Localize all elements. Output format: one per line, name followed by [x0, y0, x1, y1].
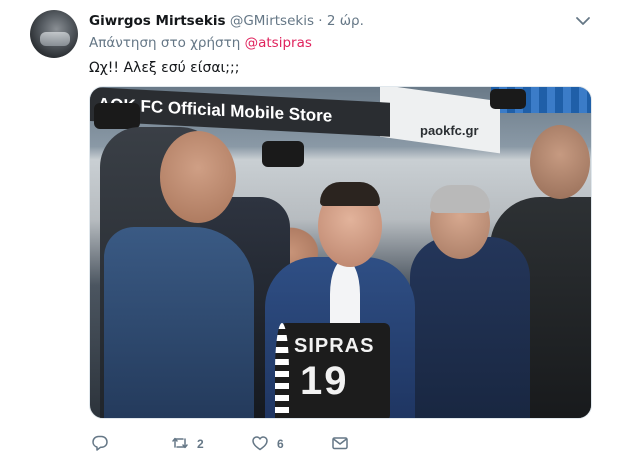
person-left-suit	[104, 227, 254, 418]
jersey-number: 19	[300, 359, 349, 403]
author-handle[interactable]: @GMirtsekis	[230, 13, 314, 29]
retweet-count: 2	[197, 437, 204, 451]
person-center-shirt	[330, 259, 360, 329]
person-left-head	[160, 131, 236, 223]
like-button[interactable]: 6	[251, 432, 284, 456]
chevron-down-icon[interactable]	[574, 12, 592, 30]
person-grey-hair	[410, 237, 530, 418]
like-count: 6	[277, 437, 284, 451]
direct-message-button[interactable]	[331, 432, 349, 456]
reply-button[interactable]	[91, 432, 117, 456]
reply-mention-link[interactable]: @atsipras	[245, 35, 312, 51]
retweet-button[interactable]: 2	[171, 432, 204, 456]
jersey-stripe	[275, 323, 289, 418]
author-name[interactable]: Giwrgos Mirtsekis	[89, 13, 226, 29]
camera-shape	[262, 141, 304, 167]
tweet-photo[interactable]: AOK FC Official Mobile Store paokfc.gr S…	[89, 86, 592, 419]
heart-icon	[251, 434, 269, 455]
person-center-hair	[320, 182, 380, 206]
reply-icon	[91, 434, 109, 455]
camera-shape	[490, 89, 526, 109]
person-grey-hair-hair	[430, 185, 490, 213]
envelope-icon	[331, 434, 349, 455]
separator-dot: ·	[318, 13, 323, 29]
retweet-icon	[171, 434, 189, 455]
camera-shape	[94, 103, 140, 129]
avatar[interactable]	[30, 10, 78, 58]
reply-context: Απάντηση στο χρήστη @atsipras	[89, 33, 312, 53]
tweet-actions: 2 6	[89, 432, 589, 456]
jersey-name: SIPRAS	[294, 335, 375, 357]
tweet-header: Giwrgos Mirtsekis @GMirtsekis · 2 ώρ.	[89, 11, 584, 31]
store-website-text: paokfc.gr	[420, 123, 479, 138]
store-sign-right	[380, 87, 500, 154]
tweet-text: Ωχ!! Αλεξ εσύ είσαι;;;	[89, 60, 240, 76]
timestamp[interactable]: 2 ώρ.	[327, 13, 364, 29]
person-right-head	[530, 125, 590, 199]
reply-prefix: Απάντηση στο χρήστη	[89, 35, 241, 51]
